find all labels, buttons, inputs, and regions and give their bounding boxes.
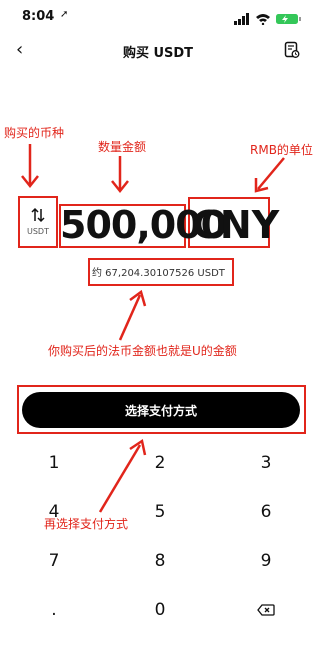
page-title: 购买 USDT (122, 46, 194, 61)
key-7[interactable]: 7 (24, 546, 84, 576)
status-icons (234, 10, 304, 26)
key-1[interactable]: 1 (24, 448, 84, 478)
approx-usdt: 约 67,204.30107526 USDT (92, 268, 225, 279)
arrow-coin-head (21, 175, 39, 189)
location-icon: ➚ (60, 9, 69, 20)
select-payment-button[interactable]: 选择支付方式 (22, 392, 300, 428)
status-bar: 8:04 ➚ (0, 0, 316, 30)
key-8[interactable]: 8 (130, 546, 190, 576)
annotation-amount: 数量金额 (98, 140, 147, 154)
currency-code[interactable]: CNY (192, 203, 279, 247)
status-time: 8:04 (22, 9, 55, 24)
swap-arrows-icon (31, 207, 45, 222)
annotation-currency: RMB的单位 (250, 143, 313, 157)
key-dot[interactable]: . (24, 595, 84, 625)
coin-code: USDT (27, 226, 49, 236)
nav-bar: ‹ 购买 USDT (0, 36, 316, 66)
key-2[interactable]: 2 (130, 448, 190, 478)
annotation-result: 你购买后的法币金额也就是U的金额 (48, 344, 237, 358)
signal-wifi-battery-icon (234, 13, 301, 26)
history-icon[interactable] (284, 41, 300, 63)
key-6[interactable]: 6 (236, 497, 296, 527)
key-0[interactable]: 0 (130, 595, 190, 625)
key-3[interactable]: 3 (236, 448, 296, 478)
key-4[interactable]: 4 (24, 497, 84, 527)
backspace-icon[interactable] (236, 595, 296, 625)
coin-selector[interactable]: USDT (20, 198, 56, 244)
annotation-coin: 购买的币种 (4, 126, 65, 140)
key-5[interactable]: 5 (130, 497, 190, 527)
key-9[interactable]: 9 (236, 546, 296, 576)
